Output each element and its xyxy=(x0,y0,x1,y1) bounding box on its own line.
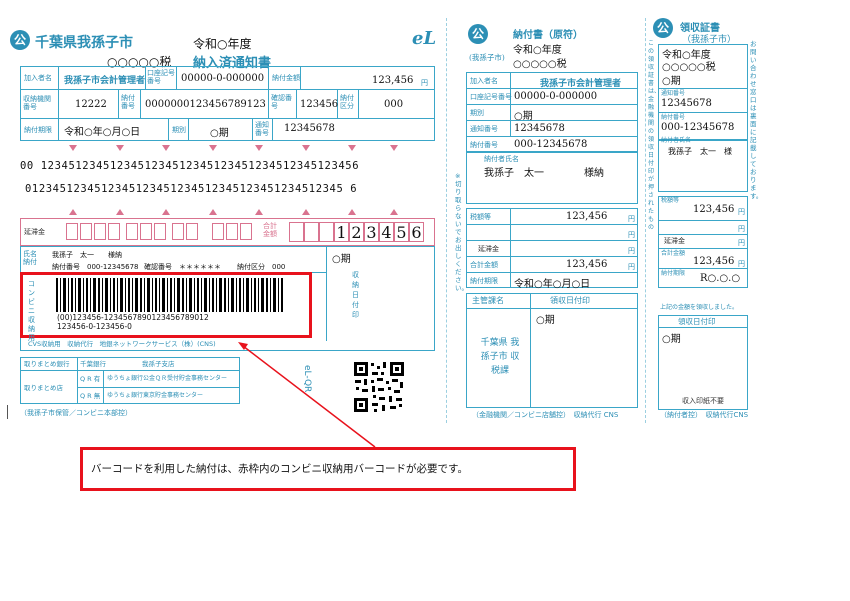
callout-box: バーコードを利用した納付は、赤枠内のコンビニ収納用バーコードが必要です。 xyxy=(80,447,576,491)
callout-arrow xyxy=(238,342,376,448)
callout-text: バーコードを利用した納付は、赤枠内のコンビニ収納用バーコードが必要です。 xyxy=(91,463,468,475)
